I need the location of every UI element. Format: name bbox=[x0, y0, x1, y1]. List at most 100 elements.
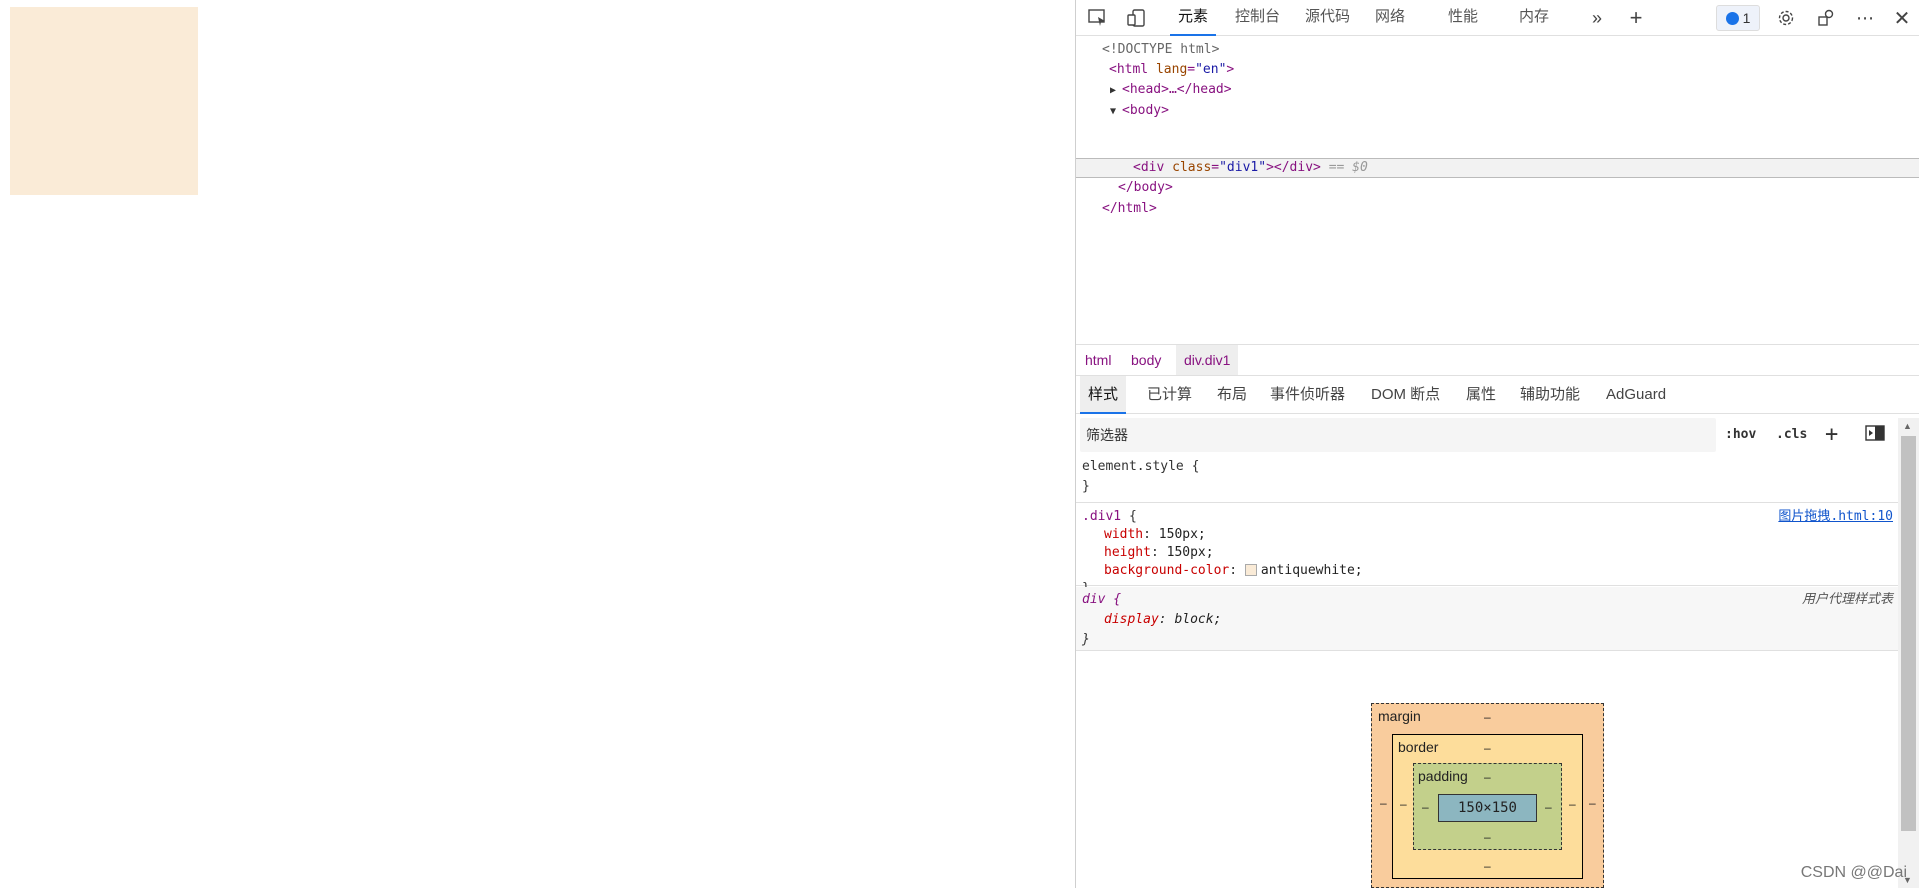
more-tabs-icon[interactable]: » bbox=[1584, 6, 1610, 30]
customize-icon[interactable] bbox=[1813, 6, 1839, 30]
tab-styles[interactable]: 样式 bbox=[1080, 376, 1127, 414]
prop-name: display bbox=[1104, 612, 1159, 627]
padding-top-value[interactable]: – bbox=[1484, 770, 1491, 784]
page-viewport bbox=[0, 0, 1075, 888]
border-top-value[interactable]: – bbox=[1484, 741, 1491, 755]
head-tag: <head>…</head> bbox=[1122, 82, 1232, 97]
prop-display: display: block; bbox=[1104, 612, 1222, 627]
prop-value: 150px; bbox=[1166, 545, 1214, 560]
dom-head-node[interactable]: ▶ <head>…</head> bbox=[1110, 80, 1232, 100]
html-attr-value: "en" bbox=[1195, 62, 1227, 77]
box-model-border[interactable]: border – – – – padding – – – – 150×150 bbox=[1392, 734, 1583, 879]
padding-bottom-value[interactable]: – bbox=[1484, 830, 1491, 844]
device-toolbar-icon[interactable] bbox=[1124, 6, 1150, 30]
more-options-icon[interactable]: ⋯ bbox=[1852, 6, 1878, 30]
tab-console[interactable]: 控制台 bbox=[1227, 0, 1288, 36]
div1-open-brace: { bbox=[1121, 509, 1137, 524]
prop-value: 150px; bbox=[1158, 527, 1206, 542]
dom-body-node[interactable]: ▼ <body> bbox=[1110, 101, 1169, 121]
dom-html-close[interactable]: </html> bbox=[1102, 199, 1157, 219]
tab-memory[interactable]: 内存 bbox=[1511, 0, 1557, 36]
div-attr-value: "div1" bbox=[1219, 160, 1267, 175]
prop-name: background-color bbox=[1104, 563, 1230, 578]
message-icon bbox=[1725, 11, 1739, 25]
selected-marker: == $0 bbox=[1328, 160, 1368, 175]
tab-performance[interactable]: 性能 bbox=[1440, 0, 1486, 36]
dom-div-node[interactable]: <div class="div1"></div> == $0 bbox=[1133, 158, 1368, 178]
content-size[interactable]: 150×150 bbox=[1438, 794, 1537, 822]
element-style-close: } bbox=[1082, 479, 1090, 494]
box-model-padding[interactable]: padding – – – – 150×150 bbox=[1413, 763, 1562, 850]
add-tab-icon[interactable]: + bbox=[1623, 5, 1649, 30]
dom-html-node[interactable]: <html lang="en"> bbox=[1109, 60, 1234, 80]
border-right-value[interactable]: – bbox=[1569, 797, 1576, 811]
prop-name: width bbox=[1104, 527, 1144, 542]
padding-left-value[interactable]: – bbox=[1422, 800, 1429, 814]
dom-doctype[interactable]: <!DOCTYPE html> bbox=[1102, 40, 1219, 60]
margin-right-value[interactable]: – bbox=[1589, 796, 1596, 810]
div-close-tag: ></div> bbox=[1266, 160, 1321, 175]
tab-layout[interactable]: 布局 bbox=[1209, 376, 1255, 414]
div1-selector: .div1 bbox=[1082, 509, 1122, 524]
styles-pane: element.style { } .div1 { 图片拖拽.html:10 w… bbox=[1076, 456, 1899, 888]
div-ua-close: } bbox=[1082, 632, 1090, 647]
close-icon[interactable]: ✕ bbox=[1889, 6, 1915, 30]
color-swatch[interactable] bbox=[1244, 564, 1257, 576]
breadcrumb: html body div.div1 bbox=[1076, 344, 1919, 376]
prop-value: antiquewhite; bbox=[1260, 563, 1363, 578]
prop-width[interactable]: width: 150px; bbox=[1104, 526, 1206, 544]
scroll-up-arrow-icon[interactable]: ▲ bbox=[1903, 421, 1912, 431]
breadcrumb-div[interactable]: div.div1 bbox=[1176, 345, 1239, 375]
tab-accessibility[interactable]: 辅助功能 bbox=[1512, 376, 1588, 414]
issues-badge[interactable]: 1 bbox=[1716, 5, 1760, 31]
div1-box[interactable] bbox=[10, 7, 198, 195]
element-style-rule[interactable]: element.style { } bbox=[1076, 456, 1899, 503]
tab-computed[interactable]: 已计算 bbox=[1139, 376, 1200, 414]
border-bottom-value[interactable]: – bbox=[1484, 859, 1491, 873]
div-tag: <div bbox=[1133, 160, 1165, 175]
tab-sources[interactable]: 源代码 bbox=[1297, 0, 1358, 36]
devtools-toolbar: 元素 控制台 源代码 网络 性能 内存 » + 1 ⋯ ✕ bbox=[1076, 0, 1919, 36]
html-attr-name: lang bbox=[1155, 62, 1188, 77]
div1-source-link[interactable]: 图片拖拽.html:10 bbox=[1778, 508, 1893, 526]
new-rule-icon[interactable]: + bbox=[1825, 418, 1838, 452]
gear-icon[interactable] bbox=[1773, 6, 1799, 30]
margin-top-value[interactable]: – bbox=[1484, 710, 1491, 724]
border-left-value[interactable]: – bbox=[1400, 797, 1407, 811]
border-label: border bbox=[1398, 739, 1439, 755]
filter-input[interactable]: 筛选器 bbox=[1080, 418, 1716, 452]
element-style-selector: element.style { bbox=[1082, 459, 1200, 474]
collapse-triangle-icon[interactable]: ▼ bbox=[1110, 102, 1122, 122]
toggle-sidebar-icon[interactable] bbox=[1865, 418, 1885, 452]
inspect-element-icon[interactable] bbox=[1085, 6, 1111, 30]
prop-name: height bbox=[1104, 545, 1151, 560]
box-model-margin[interactable]: margin – – – border – – – – padding – – … bbox=[1371, 703, 1604, 888]
breadcrumb-body[interactable]: body bbox=[1123, 345, 1169, 375]
tab-network[interactable]: 网络 bbox=[1367, 0, 1413, 36]
expand-triangle-icon[interactable]: ▶ bbox=[1110, 81, 1122, 101]
div-attr-name: class bbox=[1172, 160, 1212, 175]
breadcrumb-html[interactable]: html bbox=[1077, 345, 1119, 375]
styles-scrollbar[interactable]: ▲ ▼ bbox=[1898, 418, 1919, 888]
tab-dom-breakpoints[interactable]: DOM 断点 bbox=[1363, 376, 1448, 414]
prop-value: block; bbox=[1174, 612, 1222, 627]
issues-count: 1 bbox=[1742, 10, 1751, 26]
margin-left-value[interactable]: – bbox=[1380, 796, 1387, 810]
tab-properties[interactable]: 属性 bbox=[1458, 376, 1504, 414]
cls-button[interactable]: .cls bbox=[1776, 418, 1807, 452]
dom-body-close[interactable]: </body> bbox=[1118, 178, 1173, 198]
user-agent-label: 用户代理样式表 bbox=[1801, 592, 1893, 607]
div1-rule[interactable]: .div1 { 图片拖拽.html:10 width: 150px; heigh… bbox=[1076, 504, 1899, 596]
prop-height[interactable]: height: 150px; bbox=[1104, 544, 1214, 562]
scrollbar-thumb[interactable] bbox=[1901, 436, 1916, 831]
tab-adguard[interactable]: AdGuard bbox=[1598, 376, 1674, 414]
padding-right-value[interactable]: – bbox=[1545, 800, 1552, 814]
prop-background-color[interactable]: background-color: antiquewhite; bbox=[1104, 562, 1363, 580]
tab-elements[interactable]: 元素 bbox=[1170, 0, 1217, 36]
tab-event-listeners[interactable]: 事件侦听器 bbox=[1262, 376, 1353, 414]
div1-rule-header: .div1 { bbox=[1082, 508, 1137, 526]
hov-button[interactable]: :hov bbox=[1725, 418, 1756, 452]
styles-subtabs: 样式 已计算 布局 事件侦听器 DOM 断点 属性 辅助功能 AdGuard bbox=[1076, 376, 1919, 414]
html-tag: <html bbox=[1109, 62, 1149, 77]
body-tag: <body> bbox=[1122, 103, 1169, 118]
